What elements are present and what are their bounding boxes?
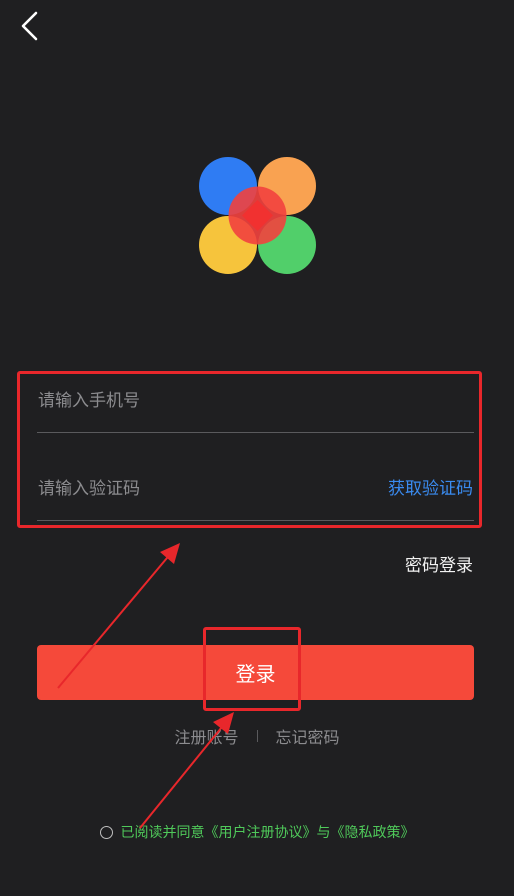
annotation-arrows	[57, 543, 234, 829]
annotation-arrow-login	[139, 721, 227, 829]
annotation-arrowhead-input	[160, 543, 180, 564]
annotation-arrow-input	[57, 551, 173, 689]
annotation-arrowhead-login	[213, 712, 234, 734]
